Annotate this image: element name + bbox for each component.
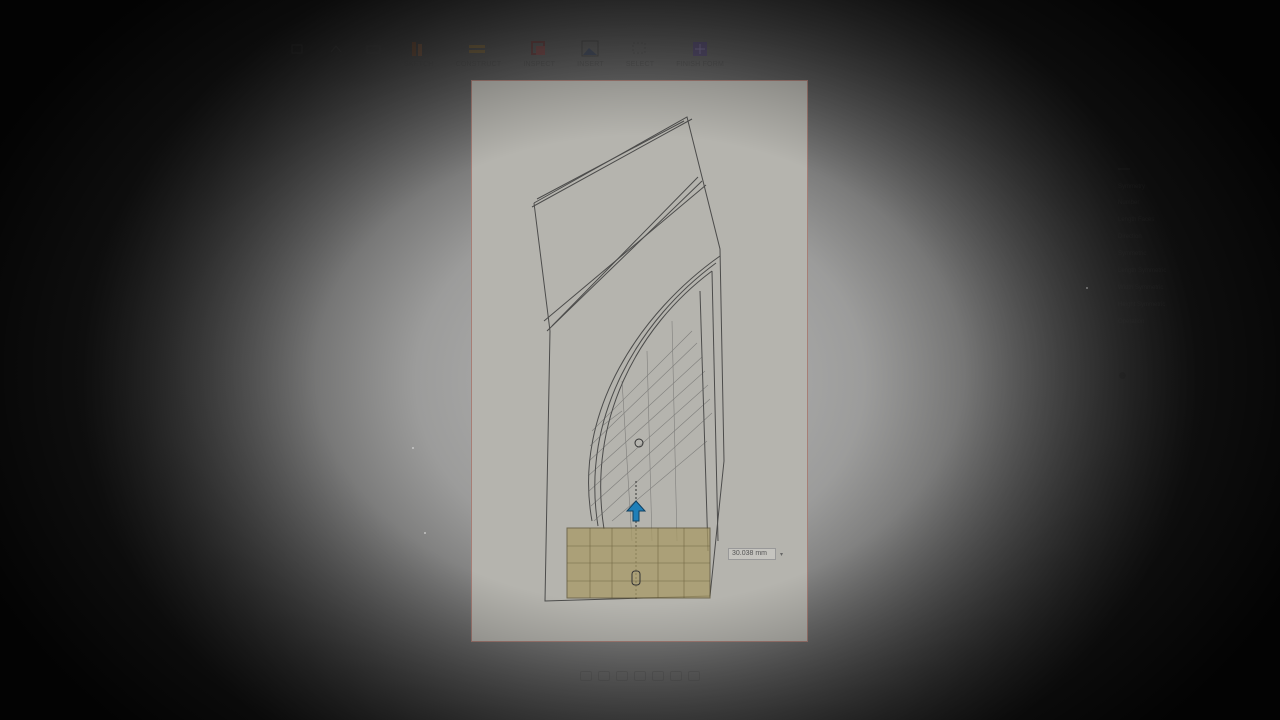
toolbar-select-label: SELECT — [625, 61, 655, 68]
toolbar-insert-label: INSERT — [577, 61, 604, 68]
toolbar: SKETCH CONSTRUCT INSPECT INSERT SELECT F… — [290, 40, 724, 80]
construct-icon — [467, 40, 489, 58]
panel-row: Direction — [1118, 234, 1142, 240]
redo-icon — [328, 40, 344, 58]
speck — [424, 532, 426, 534]
fit-icon[interactable] — [634, 671, 646, 681]
toolbar-finish-form-label: FINISH FORM — [676, 61, 724, 68]
panel-row: Number — [1118, 200, 1140, 206]
panel-row: Operation — [1118, 319, 1145, 325]
panel-row: Length Faces — [1118, 217, 1155, 223]
toolbar-sketch-label: SKETCH — [404, 61, 434, 68]
zoom-icon[interactable] — [616, 671, 628, 681]
move-arrow-icon[interactable] — [624, 499, 648, 529]
navigation-bar — [558, 668, 722, 684]
toolbar-finish-form[interactable]: FINISH FORM — [676, 40, 724, 80]
select-icon — [629, 40, 651, 58]
viewport-icon[interactable] — [688, 671, 700, 681]
toolbar-inspect-label: INSPECT — [523, 61, 556, 68]
toolbar-construct-label: CONSTRUCT — [455, 61, 502, 68]
undo-icon — [290, 40, 306, 58]
insert-icon — [579, 40, 601, 58]
panel-row: Width Symmetric — [1118, 285, 1164, 291]
panel-row: Height Symmetric — [1118, 302, 1166, 308]
toolbar-sketch[interactable]: SKETCH — [404, 40, 434, 80]
speck — [1086, 287, 1088, 289]
finish-form-icon — [689, 40, 711, 58]
panel-header-bar — [1118, 168, 1130, 170]
info-icon[interactable] — [1119, 372, 1126, 379]
panel-row: Symmetric — [1118, 251, 1147, 257]
pan-icon[interactable] — [598, 671, 610, 681]
panel-row: Length Symmetric — [1118, 268, 1167, 274]
toolbar-inspect[interactable]: INSPECT — [523, 40, 555, 80]
dimension-input[interactable]: 30.038 mm — [728, 548, 776, 560]
panel-row: Symmetry — [1118, 184, 1145, 190]
inspect-icon — [528, 40, 550, 58]
dimension-dropdown-icon[interactable]: ▾ — [780, 551, 783, 558]
orbit-icon[interactable] — [580, 671, 592, 681]
speck — [412, 447, 414, 449]
display-icon[interactable] — [652, 671, 664, 681]
sketch-icon — [408, 40, 430, 58]
toolbar-undo[interactable] — [290, 40, 306, 80]
toolbar-select[interactable]: SELECT — [626, 40, 654, 80]
toolbar-construct[interactable]: CONSTRUCT — [456, 40, 502, 80]
box-icon — [366, 40, 382, 58]
toolbar-box[interactable] — [366, 40, 382, 80]
properties-panel: Symmetry Number Length Faces Direction S… — [1113, 160, 1253, 390]
grid-icon[interactable] — [670, 671, 682, 681]
toolbar-insert[interactable]: INSERT — [577, 40, 604, 80]
toolbar-redo[interactable] — [328, 40, 344, 80]
